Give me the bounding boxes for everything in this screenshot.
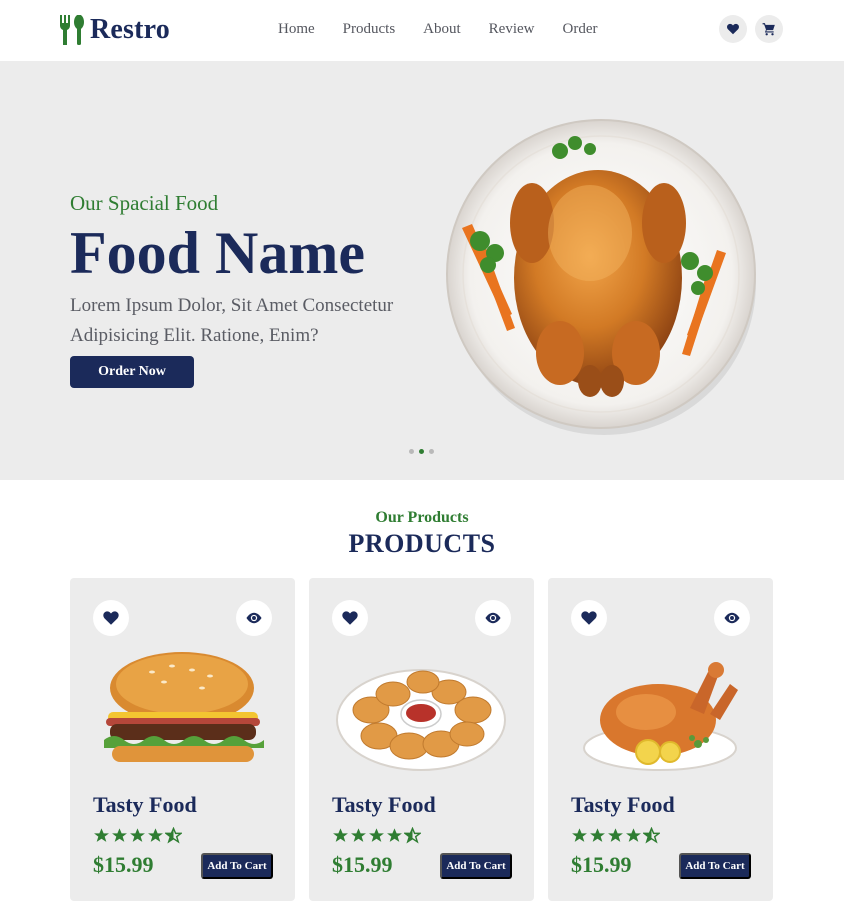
add-to-cart-button[interactable]: Add To Cart — [201, 853, 273, 879]
favorite-button[interactable] — [571, 600, 607, 636]
order-now-button[interactable]: Order Now — [70, 356, 194, 388]
hero-banner: Our Spacial Food Food Name Lorem Ipsum D… — [0, 61, 844, 480]
nav-home[interactable]: Home — [278, 21, 315, 38]
main-nav: Home Products About Review Order — [278, 21, 625, 38]
star-full-icon — [590, 828, 605, 842]
nav-products[interactable]: Products — [343, 21, 396, 38]
product-name: Tasty Food — [571, 792, 675, 817]
product-name: Tasty Food — [93, 792, 197, 817]
heart-icon — [581, 611, 597, 625]
star-full-icon — [608, 828, 623, 842]
product-card: Tasty Food $15.99 Add To Cart — [70, 578, 295, 901]
slider-dot[interactable] — [409, 449, 414, 454]
star-full-icon — [351, 828, 366, 842]
nav-review[interactable]: Review — [489, 21, 535, 38]
favorite-button[interactable] — [93, 600, 129, 636]
star-full-icon — [572, 828, 587, 842]
site-header: Restro Home Products About Review Order — [0, 0, 844, 61]
cart-icon — [762, 23, 775, 36]
star-full-icon — [130, 828, 145, 842]
roast-chicken-image — [583, 662, 738, 771]
cart-button[interactable] — [755, 15, 783, 43]
add-to-cart-button[interactable]: Add To Cart — [679, 853, 751, 879]
burger-image — [104, 652, 264, 762]
slider-dot-active[interactable] — [419, 449, 424, 454]
star-half-icon — [404, 827, 421, 844]
product-price: $15.99 — [332, 852, 393, 877]
eye-icon — [724, 612, 740, 624]
product-price: $15.99 — [571, 852, 632, 877]
logo[interactable]: Restro — [58, 14, 170, 46]
products-subtitle: Our Products — [375, 509, 469, 526]
favorite-button[interactable] — [332, 600, 368, 636]
product-card: Tasty Food $15.99 Add To Cart — [309, 578, 534, 901]
star-rating — [332, 827, 422, 844]
add-to-cart-button[interactable]: Add To Cart — [440, 853, 512, 879]
chicken-nuggets-image — [336, 669, 506, 771]
brand-name: Restro — [90, 14, 170, 45]
star-full-icon — [94, 828, 109, 842]
product-price: $15.99 — [93, 852, 154, 877]
product-card: Tasty Food $15.99 Add To Cart — [548, 578, 773, 901]
product-name: Tasty Food — [332, 792, 436, 817]
slider-dots — [409, 449, 439, 454]
hero-description: Lorem Ipsum Dolor, Sit Amet Consectetur … — [70, 295, 394, 346]
star-half-icon — [165, 827, 182, 844]
eye-icon — [246, 612, 262, 624]
slider-dot[interactable] — [429, 449, 434, 454]
wishlist-button[interactable] — [719, 15, 747, 43]
nav-about[interactable]: About — [423, 21, 461, 38]
quick-view-button[interactable] — [475, 600, 511, 636]
star-half-icon — [643, 827, 660, 844]
heart-icon — [342, 611, 358, 625]
nav-order[interactable]: Order — [563, 21, 598, 38]
hero-title: Food Name — [70, 220, 365, 286]
star-rating — [93, 827, 183, 844]
products-title: PRODUCTS — [348, 529, 496, 558]
star-full-icon — [333, 828, 348, 842]
star-full-icon — [112, 828, 127, 842]
star-full-icon — [148, 828, 163, 842]
eye-icon — [485, 612, 501, 624]
hero-food-image — [446, 119, 756, 435]
star-full-icon — [387, 828, 402, 842]
hero-subtitle: Our Spacial Food — [70, 191, 219, 215]
quick-view-button[interactable] — [714, 600, 750, 636]
heart-icon — [727, 23, 739, 35]
quick-view-button[interactable] — [236, 600, 272, 636]
star-full-icon — [626, 828, 641, 842]
star-full-icon — [369, 828, 384, 842]
heart-icon — [103, 611, 119, 625]
star-rating — [571, 827, 661, 844]
fork-spoon-icon — [60, 15, 84, 45]
